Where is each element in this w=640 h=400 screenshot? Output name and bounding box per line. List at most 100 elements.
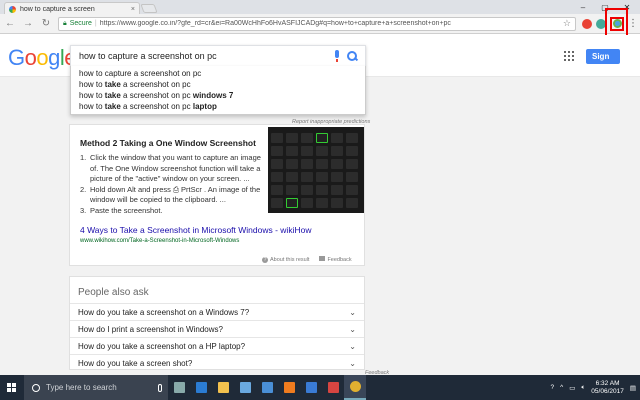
taskbar-app-edge[interactable] xyxy=(190,375,212,400)
chevron-down-icon[interactable]: ⌄ xyxy=(349,325,356,334)
file-explorer-icon xyxy=(217,382,229,393)
paa-question-text: How do you take a screenshot on a Window… xyxy=(78,307,250,317)
bookmark-star-icon[interactable]: ☆ xyxy=(563,18,571,29)
suggestion-item[interactable]: how to take a screenshot on pc xyxy=(79,79,365,90)
taskbar-app-task-view[interactable] xyxy=(168,375,190,400)
keyboard-row xyxy=(268,198,364,208)
keyboard-key xyxy=(286,133,298,143)
chevron-down-icon[interactable]: ⌄ xyxy=(349,308,356,317)
suggestion-suffix: a screenshot on pc windows 7 xyxy=(120,91,234,100)
keyboard-key xyxy=(316,159,328,169)
lock-icon: 🔒︎ xyxy=(63,19,67,27)
secure-label: Secure xyxy=(69,20,92,27)
paa-question-text: How do I print a screenshot in Windows? xyxy=(78,324,223,334)
new-tab-button[interactable] xyxy=(140,4,158,13)
keyboard-key xyxy=(286,159,298,169)
about-result-label: About this result xyxy=(270,256,310,263)
tray-help-icon[interactable]: ? xyxy=(551,384,555,391)
task-view-icon xyxy=(173,382,185,393)
forward-icon[interactable]: → xyxy=(22,18,34,30)
keyboard-key xyxy=(331,146,343,156)
omnibox-separator: | xyxy=(94,20,97,27)
keyboard-key xyxy=(316,133,328,143)
back-icon[interactable]: ← xyxy=(4,18,16,30)
paa-question[interactable]: How do you take a screen shot? ⌄ xyxy=(70,354,364,371)
keyboard-row xyxy=(268,146,364,156)
snippet-link[interactable]: 4 Ways to Take a Screenshot in Microsoft… xyxy=(80,225,311,235)
tray-chevron-icon[interactable]: ^ xyxy=(560,384,563,391)
paa-question[interactable]: How do I print a screenshot in Windows? ⌄ xyxy=(70,320,364,337)
taskbar-app-file-explorer[interactable] xyxy=(212,375,234,400)
search-box[interactable]: how to capture a screenshot on pc xyxy=(70,45,366,67)
taskbar-search[interactable]: Type here to search xyxy=(24,375,168,400)
keyboard-image[interactable] xyxy=(268,127,364,213)
clock[interactable]: 6:32 AM 05/06/2017 xyxy=(591,380,624,396)
reload-icon[interactable]: ↻ xyxy=(40,18,52,30)
taskbar-app-app-red[interactable] xyxy=(322,375,344,400)
minimize-button[interactable]: – xyxy=(572,0,594,14)
step-text: Click the window that you want to captur… xyxy=(90,153,261,183)
keyboard-key xyxy=(346,198,358,208)
taskbar-app-mail[interactable] xyxy=(256,375,278,400)
chevron-down-icon[interactable]: ⌄ xyxy=(349,342,356,351)
snippet-steps: 1. Click the window that you want to capt… xyxy=(80,153,270,216)
sign-in-button[interactable]: Sign xyxy=(586,49,620,64)
taskbar-search-placeholder: Type here to search xyxy=(46,383,117,392)
search-icon[interactable] xyxy=(347,51,357,61)
chevron-down-icon[interactable]: ⌄ xyxy=(349,359,356,368)
search-input[interactable]: how to capture a screenshot on pc xyxy=(79,51,327,61)
start-button[interactable] xyxy=(0,375,24,400)
report-predictions-link[interactable]: Report inappropriate predictions xyxy=(292,119,370,125)
taskbar-app-photos[interactable] xyxy=(300,375,322,400)
clock-date: 05/06/2017 xyxy=(591,387,624,395)
address-bar[interactable]: 🔒︎ Secure | https://www.google.co.in/?gf… xyxy=(58,16,576,31)
step-number: 2. xyxy=(80,184,87,194)
step-text: Paste the screenshot. xyxy=(90,205,163,215)
notifications-icon[interactable]: ▤ xyxy=(630,384,636,392)
keyboard-key xyxy=(271,198,283,208)
search-suggestions: how to capture a screenshot on pc how to … xyxy=(70,66,366,115)
suggestion-text: how to xyxy=(79,80,105,89)
apps-grid-icon[interactable] xyxy=(564,51,574,61)
tab-title: how to capture a screen xyxy=(20,5,95,13)
chrome-icon xyxy=(349,381,361,392)
taskbar-mic-icon[interactable] xyxy=(158,383,162,392)
cortana-icon xyxy=(32,383,40,392)
keyboard-key xyxy=(271,185,283,195)
chrome-menu-icon[interactable]: ⋮ xyxy=(628,18,638,29)
keyboard-key xyxy=(331,198,343,208)
paa-question[interactable]: How do you take a screenshot on a Window… xyxy=(70,303,364,320)
windows-taskbar: Type here to search ? ^ ▭ 🔈︎ 6:32 AM 05/… xyxy=(0,375,640,400)
about-result-link[interactable]: ? About this result xyxy=(262,256,310,263)
url-text[interactable]: https://www.google.co.in/?gfe_rd=cr&ei=R… xyxy=(100,20,560,27)
paa-question-text: How do you take a screenshot on a HP lap… xyxy=(78,341,246,351)
paa-question[interactable]: How do you take a screenshot on a HP lap… xyxy=(70,337,364,354)
keyboard-key xyxy=(331,133,343,143)
paa-question-text: How do you take a screen shot? xyxy=(78,358,193,368)
edge-icon xyxy=(195,382,207,393)
google-favicon-icon xyxy=(9,5,16,13)
step-text: Hold down Alt and press ⎙ PrtScr . An im… xyxy=(90,184,261,205)
suggestion-text: how to xyxy=(79,91,105,100)
suggestion-item[interactable]: how to take a screenshot on pc laptop xyxy=(79,101,365,112)
extension-red-icon[interactable] xyxy=(582,18,592,29)
keyboard-key xyxy=(271,133,283,143)
google-logo[interactable]: Google xyxy=(8,45,77,71)
keyboard-row xyxy=(268,159,364,169)
suggestion-item[interactable]: how to take a screenshot on pc windows 7 xyxy=(79,90,365,101)
taskbar-app-store[interactable] xyxy=(234,375,256,400)
suggestion-item[interactable]: how to capture a screenshot on pc xyxy=(79,68,365,79)
taskbar-app-xampp[interactable] xyxy=(278,375,300,400)
volume-icon[interactable]: 🔈︎ xyxy=(581,384,585,392)
snippet-url: www.wikihow.com/Take-a-Screenshot-in-Mic… xyxy=(80,238,240,244)
tab-close-icon[interactable]: × xyxy=(131,6,135,13)
mic-icon[interactable] xyxy=(333,50,341,62)
keyboard-key xyxy=(346,185,358,195)
network-icon[interactable]: ▭ xyxy=(569,384,575,392)
feedback-link[interactable]: Feedback xyxy=(319,256,352,263)
snippet-step: 3. Paste the screenshot. xyxy=(80,206,270,217)
taskbar-app-chrome[interactable] xyxy=(344,375,366,400)
clock-time: 6:32 AM xyxy=(595,379,620,387)
keyboard-key xyxy=(271,146,283,156)
snippet-step: 1. Click the window that you want to capt… xyxy=(80,153,270,185)
